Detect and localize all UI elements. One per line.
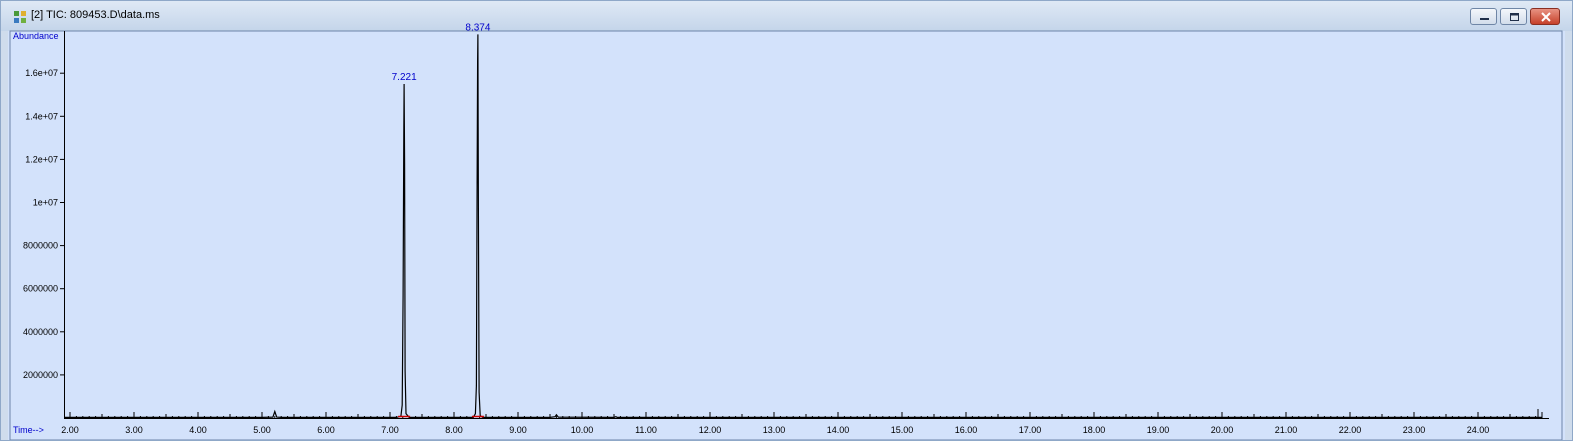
x-tick-label: 8.00 <box>445 425 463 435</box>
x-tick-label: 20.00 <box>1211 425 1234 435</box>
y-tick-label: 1.4e+07 <box>25 111 58 121</box>
x-tick-label: 24.00 <box>1467 425 1490 435</box>
y-tick-label: 2000000 <box>23 370 58 380</box>
peak-label: 7.221 <box>392 72 417 83</box>
x-tick-label: 16.00 <box>955 425 978 435</box>
x-tick-label: 19.00 <box>1147 425 1170 435</box>
x-tick-label: 17.00 <box>1019 425 1042 435</box>
x-tick-label: 12.00 <box>699 425 722 435</box>
x-tick-label: 11.00 <box>635 425 657 435</box>
y-tick-label: 4000000 <box>23 327 58 337</box>
x-tick-label: 21.00 <box>1275 425 1298 435</box>
x-tick-label: 23.00 <box>1403 425 1426 435</box>
x-tick-label: 3.00 <box>125 425 143 435</box>
x-tick-label: 22.00 <box>1339 425 1362 435</box>
x-tick-label: 6.00 <box>317 425 335 435</box>
y-tick-label: 1.6e+07 <box>25 68 58 78</box>
x-tick-label: 4.00 <box>189 425 207 435</box>
y-tick-label: 1e+07 <box>33 198 58 208</box>
x-tick-label: 9.00 <box>509 425 527 435</box>
x-tick-label: 18.00 <box>1083 425 1106 435</box>
x-tick-label: 14.00 <box>827 425 850 435</box>
x-tick-label: 7.00 <box>381 425 399 435</box>
y-tick-label: 1.2e+07 <box>25 154 58 164</box>
y-axis-label: Abundance <box>13 31 59 41</box>
plot-background <box>8 31 1565 440</box>
x-tick-label: 10.00 <box>571 425 594 435</box>
x-tick-label: 2.00 <box>61 425 79 435</box>
x-tick-label: 13.00 <box>763 425 786 435</box>
y-tick-label: 8000000 <box>23 241 58 251</box>
peak-label: 8.374 <box>465 22 490 33</box>
chromatogram-plot[interactable]: Abundance Time--> 2000000 4000000 6000000 8… <box>1 1 1572 440</box>
x-tick-label: 5.00 <box>253 425 271 435</box>
x-tick-label: 15.00 <box>891 425 914 435</box>
x-axis-label: Time--> <box>13 425 44 435</box>
y-tick-label: 6000000 <box>23 284 58 294</box>
chromatogram-window: [2] TIC: 809453.D\data.ms Abundance Time… <box>0 0 1573 441</box>
